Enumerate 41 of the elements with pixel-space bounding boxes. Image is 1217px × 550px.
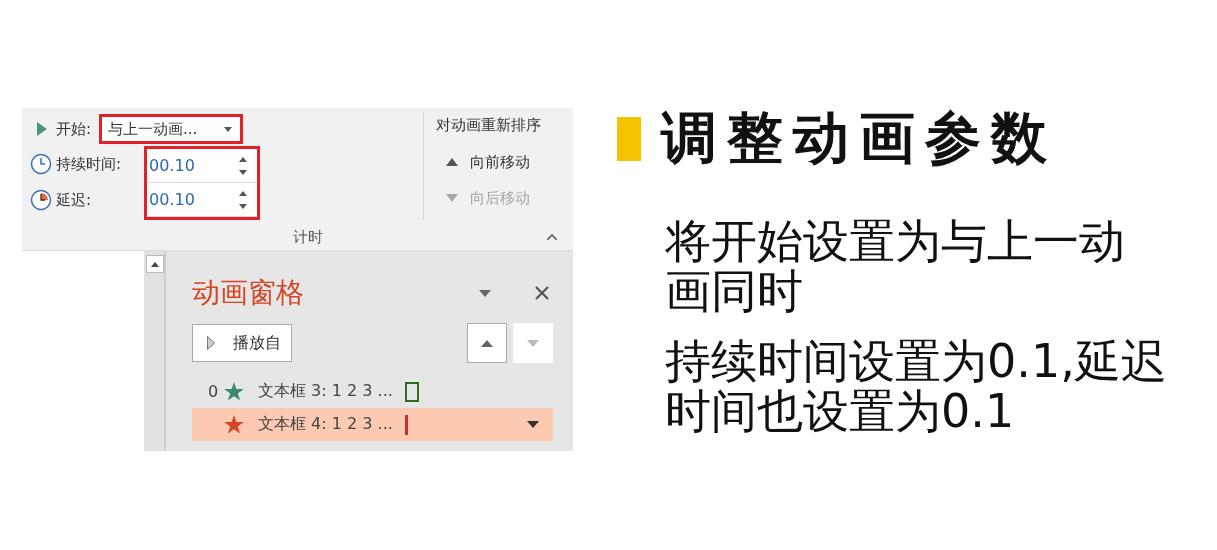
pane-title: 动画窗格 [192,275,305,311]
accent-bar [617,117,641,161]
scroll-up-button[interactable] [146,255,164,273]
triangle-up-icon [481,339,493,347]
clock-icon [30,153,52,175]
move-up-button[interactable] [467,323,507,363]
triangle-down-icon [445,194,458,202]
caret-icon [527,421,539,428]
star-icon [224,415,244,434]
paragraph: 将开始设置为与上一动画同时 [665,216,1126,316]
animation-item[interactable]: 文本框 4: 1 2 3 ... [192,408,553,441]
timing-bar-icon [404,381,419,402]
collapse-caret-icon [547,234,557,240]
duration-spinner[interactable]: 00.10 [147,149,257,183]
triangle-up-icon [151,261,159,267]
section-title: 对动画重新排序 [435,116,542,136]
timing-bar-icon [404,414,408,435]
start-dropdown[interactable]: 与上一动画... [99,114,244,144]
play-from-button[interactable]: 播放自 [192,324,292,362]
move-earlier-button[interactable]: 向前移动 [435,144,573,180]
field-label: 持续时间: [56,154,122,174]
triangle-down-icon [527,339,539,347]
star-icon [224,382,244,401]
spin-arrows-icon [239,156,247,175]
delay-spinner[interactable]: 00.10 [147,183,257,217]
close-icon [535,286,549,300]
heading: 调整动画参数 [661,104,1057,172]
field-label: 开始: [56,119,92,139]
item-number: 0 [208,382,218,401]
group-label: 计时 [292,228,323,247]
triangle-up-icon [445,158,458,166]
dropdown-icon [479,289,491,297]
scrollbar[interactable] [144,251,166,451]
paragraph: 持续时间设置为0.1,延迟时间也设置为0.1 [665,336,1168,436]
spin-arrows-icon [239,190,247,209]
animation-item[interactable]: 0 文本框 3: 1 2 3 ... [192,375,553,408]
caret-icon [224,126,233,132]
play-icon [207,336,215,350]
delay-clock-icon [30,189,52,211]
play-icon [36,121,48,137]
field-label: 延迟: [56,190,92,210]
